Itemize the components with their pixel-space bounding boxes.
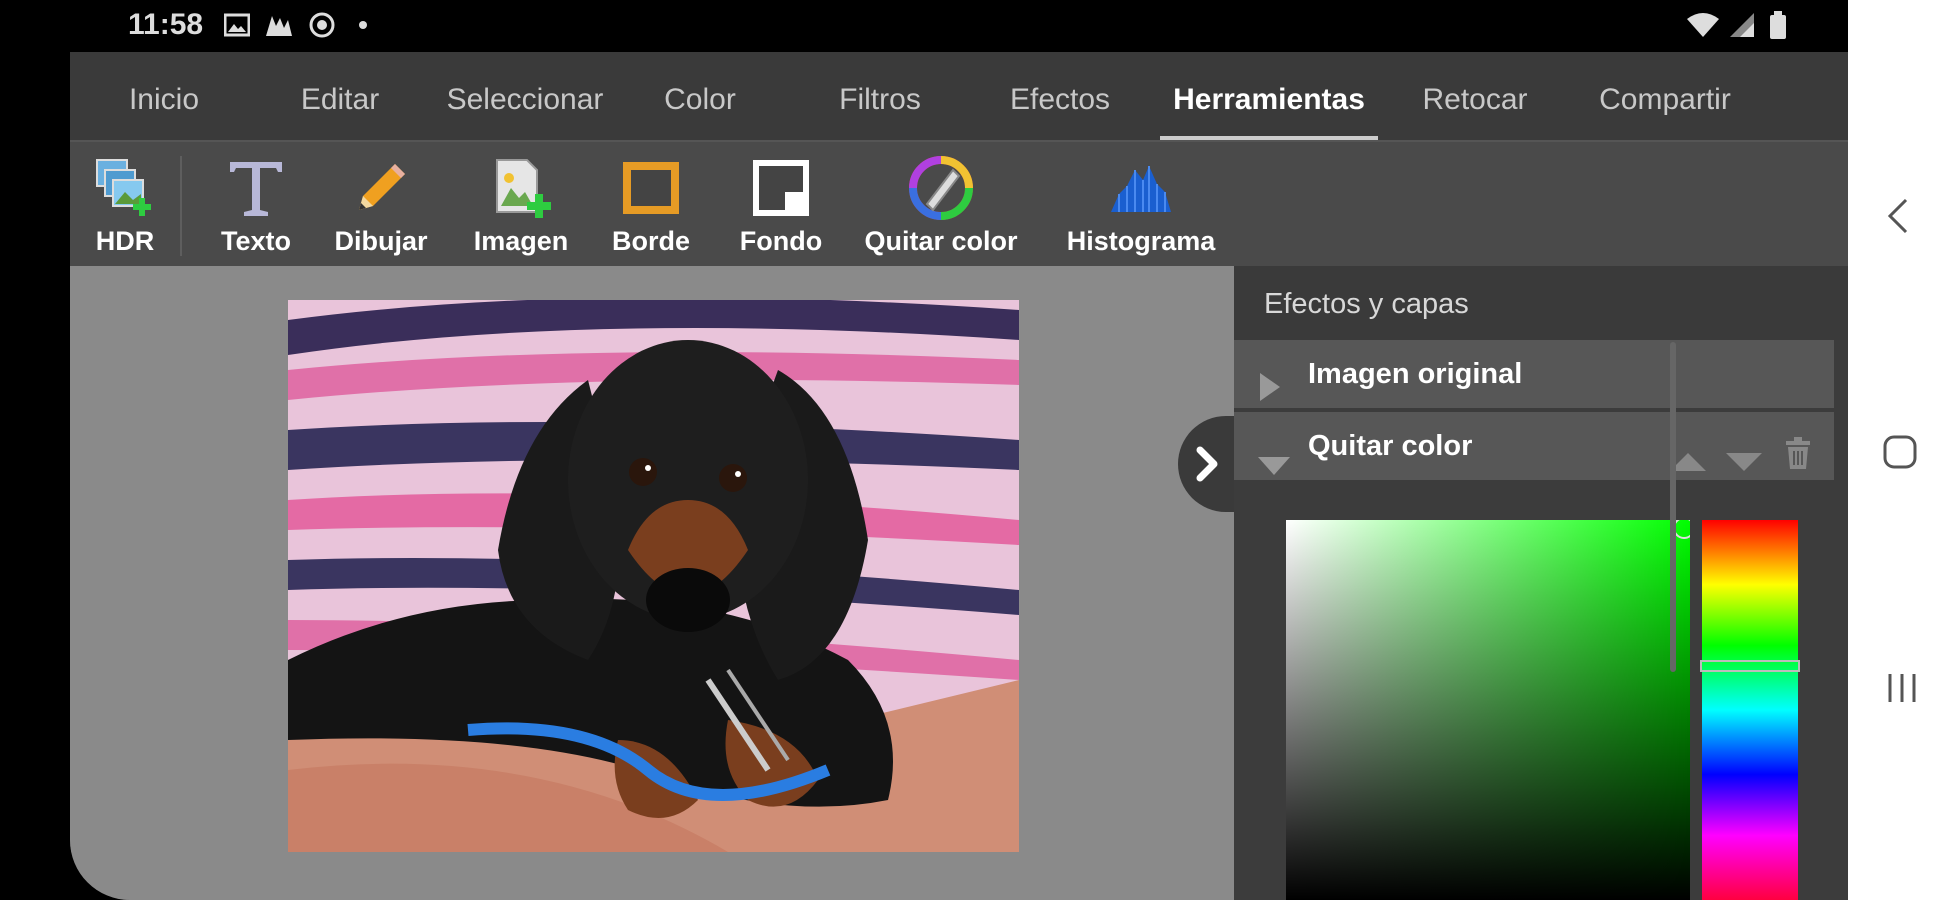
- histogram-button[interactable]: Histograma: [1046, 142, 1236, 268]
- tab-herramientas[interactable]: Herramientas: [1160, 52, 1378, 140]
- hue-slider-handle[interactable]: [1700, 660, 1800, 672]
- layer-item-original-image[interactable]: Imagen original: [1234, 340, 1834, 408]
- recent-apps-icon[interactable]: [1884, 670, 1920, 711]
- main-tab-bar: Inicio Editar Seleccionar Color Filtros …: [70, 52, 1848, 140]
- remove-color-icon: [909, 156, 973, 220]
- histogram-label: Histograma: [1066, 226, 1216, 256]
- text-label: Texto: [220, 226, 291, 256]
- app-notification-icon: [264, 12, 294, 38]
- text-icon: [224, 156, 288, 220]
- saturation-value-picker[interactable]: [1286, 520, 1690, 900]
- signal-icon: [1728, 12, 1756, 38]
- more-notifications-dot-icon: [358, 12, 368, 38]
- effects-layers-panel: Efectos y capas Imagen original Quitar c…: [1234, 266, 1848, 900]
- tab-compartir[interactable]: Compartir: [1570, 52, 1760, 140]
- hdr-icon: [93, 156, 157, 220]
- tab-editar[interactable]: Editar: [270, 52, 410, 140]
- tools-toolbar: HDR Texto Dibujar Imagen Borde Fondo Qui…: [70, 140, 1848, 268]
- home-icon[interactable]: [1882, 434, 1918, 475]
- panel-title: Efectos y capas: [1234, 266, 1848, 340]
- image-canvas[interactable]: [70, 266, 1234, 900]
- hdr-button[interactable]: HDR: [70, 142, 180, 268]
- hdr-label: HDR: [95, 226, 155, 256]
- background-icon: [749, 156, 813, 220]
- tab-inicio[interactable]: Inicio: [92, 52, 236, 140]
- layer-item-remove-color[interactable]: Quitar color: [1234, 412, 1834, 480]
- draw-label: Dibujar: [334, 226, 428, 256]
- remove-color-button[interactable]: Quitar color: [856, 142, 1026, 268]
- panel-scrollbar[interactable]: [1670, 342, 1676, 672]
- background-label: Fondo: [739, 226, 823, 256]
- text-button[interactable]: Texto: [196, 142, 316, 268]
- battery-icon: [1768, 11, 1788, 39]
- status-time: 11:58: [128, 8, 204, 41]
- border-button[interactable]: Borde: [596, 142, 706, 268]
- back-icon[interactable]: [1886, 196, 1910, 241]
- picker-cursor[interactable]: [1673, 520, 1690, 539]
- image-button[interactable]: Imagen: [456, 142, 586, 268]
- system-navigation-bar: [1848, 0, 1953, 900]
- target-notification-icon: [308, 12, 336, 38]
- border-label: Borde: [611, 226, 690, 256]
- draw-button[interactable]: Dibujar: [316, 142, 446, 268]
- toolbar-divider: [180, 156, 182, 256]
- wifi-icon: [1685, 12, 1721, 38]
- histogram-icon: [1109, 156, 1173, 220]
- tab-filtros[interactable]: Filtros: [810, 52, 950, 140]
- tab-retocar[interactable]: Retocar: [1400, 52, 1550, 140]
- hue-slider[interactable]: [1702, 520, 1798, 900]
- tab-color[interactable]: Color: [630, 52, 770, 140]
- layer-name: Quitar color: [1308, 430, 1473, 462]
- delete-layer-icon[interactable]: [1784, 428, 1812, 496]
- background-button[interactable]: Fondo: [726, 142, 836, 268]
- pencil-icon: [349, 156, 413, 220]
- photo-editor-app: Inicio Editar Seleccionar Color Filtros …: [70, 52, 1848, 900]
- tab-efectos[interactable]: Efectos: [990, 52, 1130, 140]
- tab-seleccionar[interactable]: Seleccionar: [430, 52, 620, 140]
- image-label: Imagen: [473, 226, 569, 256]
- remove-color-label: Quitar color: [864, 226, 1018, 256]
- gallery-notification-icon: [224, 12, 250, 38]
- collapse-triangle-icon[interactable]: [1256, 434, 1292, 502]
- move-layer-down-icon[interactable]: [1724, 432, 1764, 500]
- layer-name: Imagen original: [1308, 358, 1523, 390]
- edited-photo-puppy[interactable]: [288, 300, 1019, 852]
- border-icon: [619, 156, 683, 220]
- add-image-icon: [489, 156, 553, 220]
- status-bar: 11:58: [0, 0, 1848, 52]
